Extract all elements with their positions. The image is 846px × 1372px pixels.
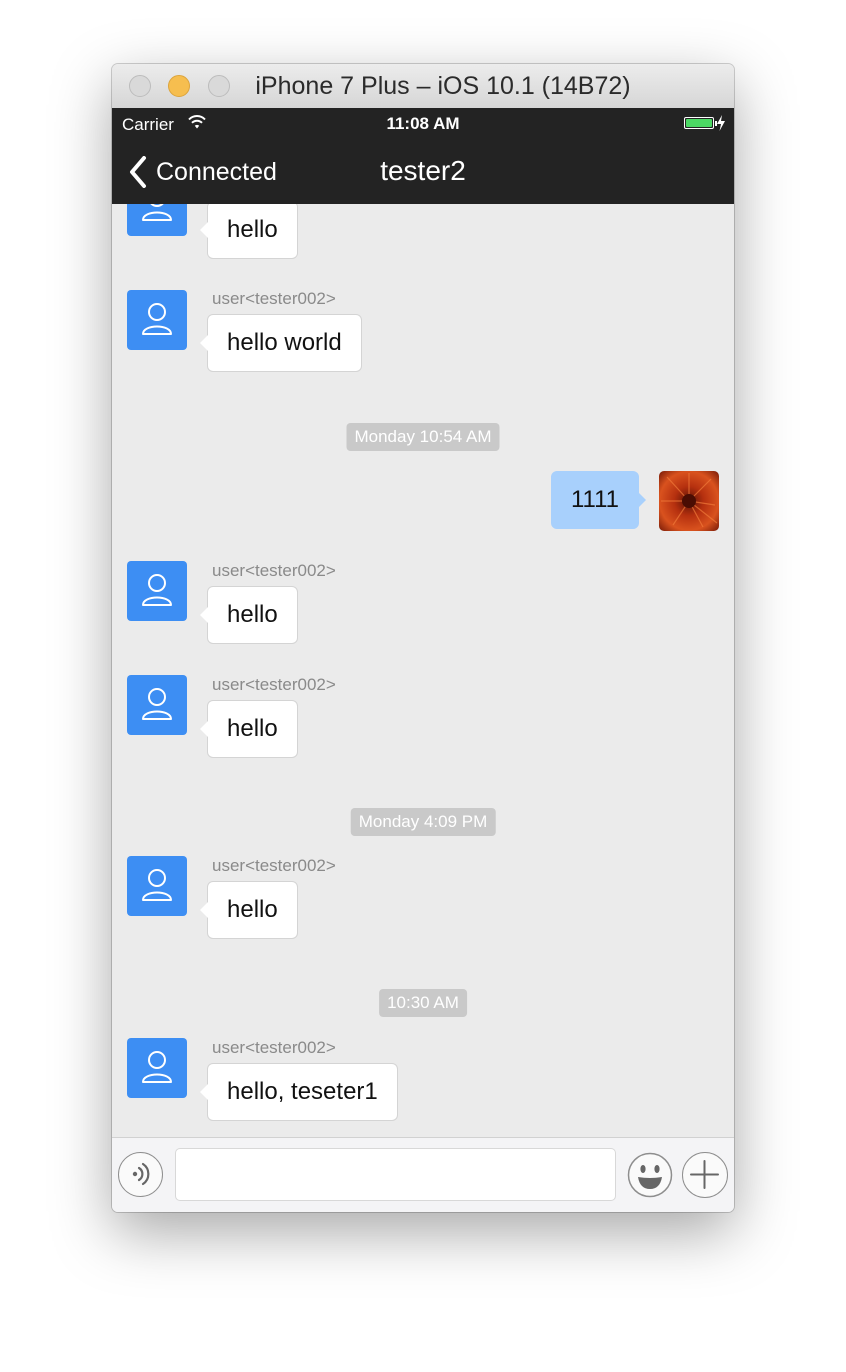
status-bar: Carrier 11:08 AM bbox=[112, 108, 734, 140]
message-input[interactable] bbox=[175, 1148, 616, 1201]
sender-name: user<tester002> bbox=[212, 675, 336, 694]
simulator-window: iPhone 7 Plus – iOS 10.1 (14B72) Carrier… bbox=[112, 64, 734, 1212]
status-time: 11:08 AM bbox=[386, 114, 460, 133]
avatar[interactable] bbox=[127, 561, 187, 621]
sender-name: user<tester002> bbox=[212, 289, 336, 308]
window-title: iPhone 7 Plus – iOS 10.1 (14B72) bbox=[255, 72, 631, 100]
user-avatar-icon bbox=[142, 688, 172, 720]
message-bubble[interactable]: hello, teseter1 bbox=[200, 1063, 398, 1121]
user-avatar-icon bbox=[142, 574, 172, 606]
message-bubble[interactable]: hello bbox=[200, 204, 298, 259]
user-avatar-icon bbox=[142, 204, 172, 221]
user-avatar-icon bbox=[142, 869, 172, 901]
bolt-icon bbox=[717, 115, 725, 131]
voice-icon bbox=[132, 1162, 150, 1186]
emoji-icon bbox=[627, 1152, 673, 1198]
sender-name: user<tester002> bbox=[212, 856, 336, 875]
flower-avatar-image bbox=[659, 471, 719, 531]
timestamp-label: Monday 4:09 PM bbox=[350, 808, 496, 836]
voice-button[interactable] bbox=[118, 1152, 163, 1197]
timestamp-label: Monday 10:54 AM bbox=[346, 423, 500, 451]
avatar[interactable] bbox=[127, 290, 187, 350]
sender-name: user<tester002> bbox=[212, 561, 336, 580]
navigation-bar: Connected tester2 bbox=[112, 140, 734, 204]
plus-icon bbox=[690, 1160, 719, 1189]
my-avatar[interactable] bbox=[659, 471, 719, 531]
emoji-button[interactable] bbox=[627, 1152, 673, 1198]
plus-button[interactable] bbox=[682, 1152, 728, 1198]
message-bubble[interactable]: hello bbox=[200, 586, 298, 644]
sender-name: user<tester002> bbox=[212, 1038, 336, 1057]
message-bubble[interactable]: hello bbox=[200, 700, 298, 758]
input-toolbar bbox=[112, 1137, 734, 1212]
nav-title: tester2 bbox=[380, 155, 466, 186]
avatar[interactable] bbox=[127, 1038, 187, 1098]
avatar[interactable] bbox=[127, 204, 187, 236]
window-titlebar: iPhone 7 Plus – iOS 10.1 (14B72) bbox=[112, 64, 734, 109]
chat-messages[interactable]: hello user<tester002> hello world Monday… bbox=[112, 204, 734, 1137]
avatar[interactable] bbox=[127, 675, 187, 735]
battery-icon bbox=[684, 117, 717, 129]
user-avatar-icon bbox=[142, 303, 172, 335]
message-bubble[interactable]: hello bbox=[200, 881, 298, 939]
message-bubble[interactable]: hello world bbox=[200, 314, 362, 372]
avatar[interactable] bbox=[127, 856, 187, 916]
timestamp-label: 10:30 AM bbox=[379, 989, 467, 1017]
message-bubble-outgoing[interactable]: 1111 bbox=[550, 471, 647, 529]
user-avatar-icon bbox=[142, 1051, 172, 1083]
